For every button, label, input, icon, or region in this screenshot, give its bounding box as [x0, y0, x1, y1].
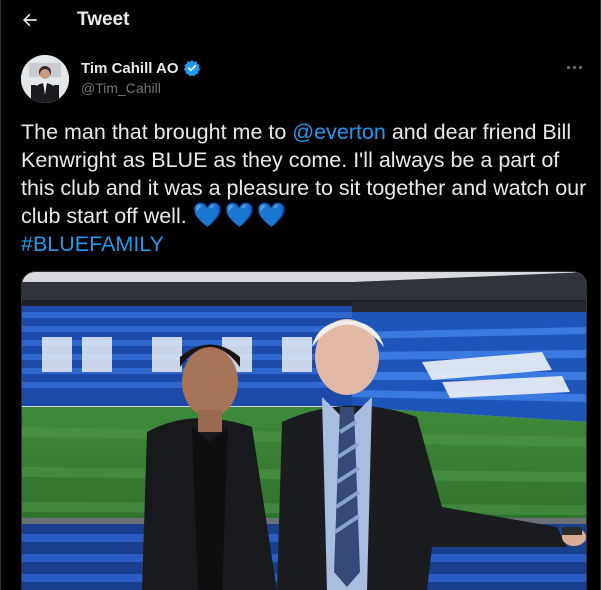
display-name[interactable]: Tim Cahill AO	[81, 60, 179, 77]
author-handle[interactable]: @Tim_Cahill	[81, 80, 161, 96]
stadium-photo	[22, 272, 586, 590]
top-bar: Tweet	[1, 0, 601, 40]
tweet-photo[interactable]	[21, 271, 587, 590]
page-title: Tweet	[77, 9, 130, 30]
tweet-page: Tweet Tim Cahill AO @Tim_Cahill The man …	[0, 0, 601, 590]
more-options-button[interactable]	[562, 57, 586, 77]
avatar[interactable]	[21, 55, 69, 103]
mention-link[interactable]: @everton	[292, 120, 386, 144]
hashtag-link[interactable]: #BLUEFAMILY	[21, 232, 164, 256]
verified-badge-icon	[183, 60, 200, 77]
more-icon	[566, 65, 570, 69]
avatar-image	[21, 55, 69, 103]
arrow-left-icon	[23, 13, 37, 27]
tweet-text: The man that brought me to @everton and …	[21, 118, 591, 258]
tweet-author: Tim Cahill AO @Tim_Cahill	[21, 55, 586, 105]
more-icon-dot	[572, 65, 576, 69]
back-button[interactable]	[15, 6, 45, 34]
blue-heart-emoji: 💙💙💙	[192, 202, 289, 229]
tweet-text-part: The man that brought me to	[21, 120, 293, 144]
name-row: Tim Cahill AO	[81, 59, 201, 77]
more-icon-dot	[578, 65, 582, 69]
